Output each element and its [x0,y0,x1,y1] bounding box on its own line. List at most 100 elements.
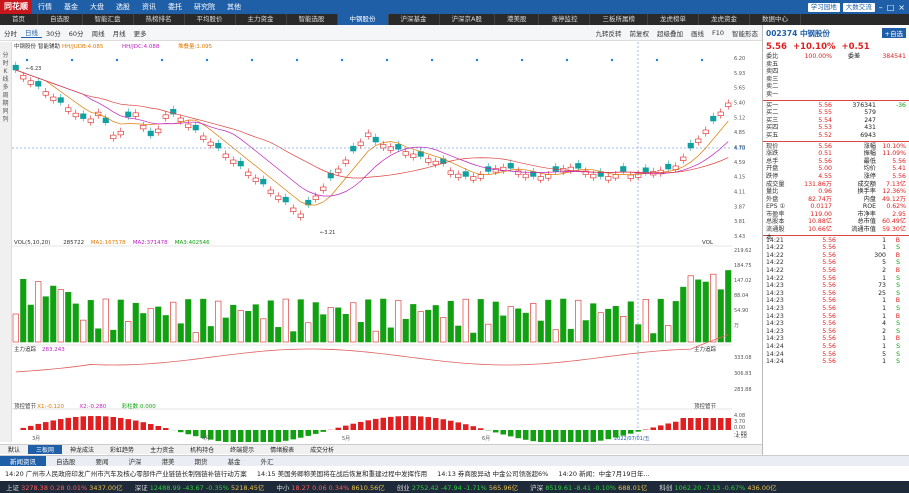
period-button[interactable]: 更多 [130,28,151,38]
left-strip-item[interactable]: 同 [0,108,11,116]
left-strip-item[interactable]: 线 [0,76,11,84]
period-button[interactable]: 日线 [21,27,42,38]
nav-tab[interactable]: 主力资金 [236,14,287,25]
nav-tab[interactable]: 龙虎资金 [699,14,750,25]
indicator-tab[interactable]: 神龙成法 [62,445,102,454]
index-item[interactable]: 中小 18.27 0.06 0.34% 8610.56亿 [270,482,390,492]
left-strip-item[interactable]: K [0,68,11,76]
nav-tab[interactable]: 三板所属榜 [590,14,648,25]
chart-tool-button[interactable]: 超级叠加 [653,28,687,38]
chart-tool-button[interactable]: 九转反转 [591,28,625,38]
menu-trade[interactable]: 委托 [162,2,188,12]
chart-tool-button[interactable]: 前复权 [625,28,653,38]
nav-tab[interactable]: 龙虎榜单 [648,14,699,25]
period-button[interactable]: 分时 [0,28,21,38]
news-tab[interactable]: 自选股 [46,456,86,466]
menu-research[interactable]: 研究院 [188,2,221,12]
osc-bar [598,430,604,441]
kline-chart[interactable]: 中钢股份 智能辅助 HH/JUDB:4.085 HH/JDC:4.088 堆叠量:1.0… [12,42,752,442]
indicator-tab[interactable]: 默认 [0,445,28,454]
news-item[interactable]: 14:20 新闻：中金7月19日年... [558,468,649,478]
left-strip-item[interactable]: 时 [0,60,11,68]
left-strip-item[interactable]: 周 [0,92,11,100]
index-item[interactable]: 创业 2752.42 -47.94 -1.71% 565.96亿 [391,482,524,492]
news-item[interactable]: 14:15 美国务卿称美国将在战后恢复和重建过程中发挥作用 [257,468,427,478]
left-strip-item[interactable]: 多 [0,84,11,92]
osc-bar [605,430,611,440]
menu-news[interactable]: 资讯 [136,2,162,12]
nav-tab[interactable]: 港美股 [495,14,540,25]
nav-tab[interactable]: 热榜排名 [134,14,185,25]
left-strip-item[interactable]: 列 [0,116,11,124]
news-tab[interactable]: 期货 [185,456,218,466]
nav-tab[interactable]: 平均股价 [185,14,236,25]
news-tab[interactable]: 外汇 [251,456,284,466]
candle-body [380,144,387,149]
left-strip-item[interactable]: 分 [0,52,11,60]
period-button[interactable]: 月线 [109,28,130,38]
close-icon[interactable]: × [898,3,905,12]
menu-other[interactable]: 其他 [221,2,247,12]
exchange-button[interactable]: 大数交流 [842,2,875,12]
chart-tool-button[interactable]: 智能形态 [728,28,762,38]
chart-tool-button[interactable]: 画线 [687,28,708,38]
volume-bar [507,306,514,343]
period-button[interactable]: 周线 [88,28,109,38]
menu-select[interactable]: 选股 [110,2,136,12]
study-button[interactable]: 学习园地 [807,2,840,12]
nav-tab[interactable]: 数据中心 [750,14,801,25]
indicator-tab[interactable]: 三板网 [28,445,63,454]
nav-tab[interactable]: 中钢股份 [337,14,389,25]
minimize-icon[interactable]: – [879,3,883,12]
nav-tab[interactable]: 沪深基金 [389,14,440,25]
period-button[interactable]: 60分 [65,28,88,38]
osc-bar [380,417,386,430]
candle-body [35,81,42,87]
index-item[interactable]: 科创 1062.20 -7.13 -0.67% 436.00亿 [653,482,782,492]
indicator-tab[interactable]: 终端提示 [222,445,262,454]
maximize-icon[interactable]: □ [887,3,895,12]
news-tab[interactable]: 港美 [152,456,185,466]
news-item[interactable]: 14:13 券商股异动 中金公司领涨超6% [437,468,548,478]
nav-tab[interactable]: 智能选股 [287,14,338,25]
osc-bar [320,430,326,432]
nav-tab[interactable]: 自选股 [38,14,83,25]
index-item[interactable]: 上证 3278.38 0.28 0.01% 3437.00亿 [0,482,129,492]
indicator-tab[interactable]: 彩虹趋势 [102,445,142,454]
indicator-tab[interactable]: 机构持仓 [182,445,222,454]
add-favorite-button[interactable]: +自选 [881,28,906,38]
news-tab[interactable]: 新闻资讯 [0,456,46,466]
vol-legend: VOL(5,10,20) [14,240,50,246]
osc-bar [290,430,296,440]
menu-quotes[interactable]: 行情 [32,2,58,12]
osc-bar [125,419,131,430]
osc-bar [193,430,199,437]
nav-tab[interactable]: 首页 [0,14,38,25]
nav-tab[interactable]: 涨停监控 [539,14,591,25]
candle-body [432,160,439,166]
osc-bar [35,423,41,430]
news-tab[interactable]: 沪深 [119,456,152,466]
news-tab[interactable]: 基金 [218,456,251,466]
news-tab[interactable]: 要闻 [86,456,119,466]
index-item[interactable]: 深证 12488.99 -43.67 -0.35% 5218.45亿 [129,482,271,492]
index-item[interactable]: 沪深 8519.61 -8.41 -0.10% 688.01亿 [524,482,653,492]
volume-bar [320,314,327,343]
price-tick: 4.85 [734,130,745,136]
left-strip-item[interactable]: 期 [0,100,11,108]
vol-tick: 88.04 [734,293,748,299]
nav-tab[interactable]: 沪深京A股 [440,14,495,25]
chart-tool-button[interactable]: F10 [708,29,728,37]
osc-bar [433,418,439,430]
osc-bar [410,416,416,430]
osc-bar [508,430,514,437]
indicator-tab[interactable]: 情绪报表 [262,445,302,454]
indicator-tab[interactable]: 主力资金 [142,445,182,454]
menu-market[interactable]: 大盘 [84,2,110,12]
indicator-tab[interactable]: 成交分析 [302,445,342,454]
period-button[interactable]: 30分 [42,28,65,38]
menu-fund[interactable]: 基金 [58,2,84,12]
volume-bar [447,300,454,343]
nav-tab[interactable]: 智能汇盘 [83,14,134,25]
news-item[interactable]: 14:20 广州市人民政府印发广州市汽车及核心零部件产业链链长制强链补链行动方案 [5,468,247,478]
